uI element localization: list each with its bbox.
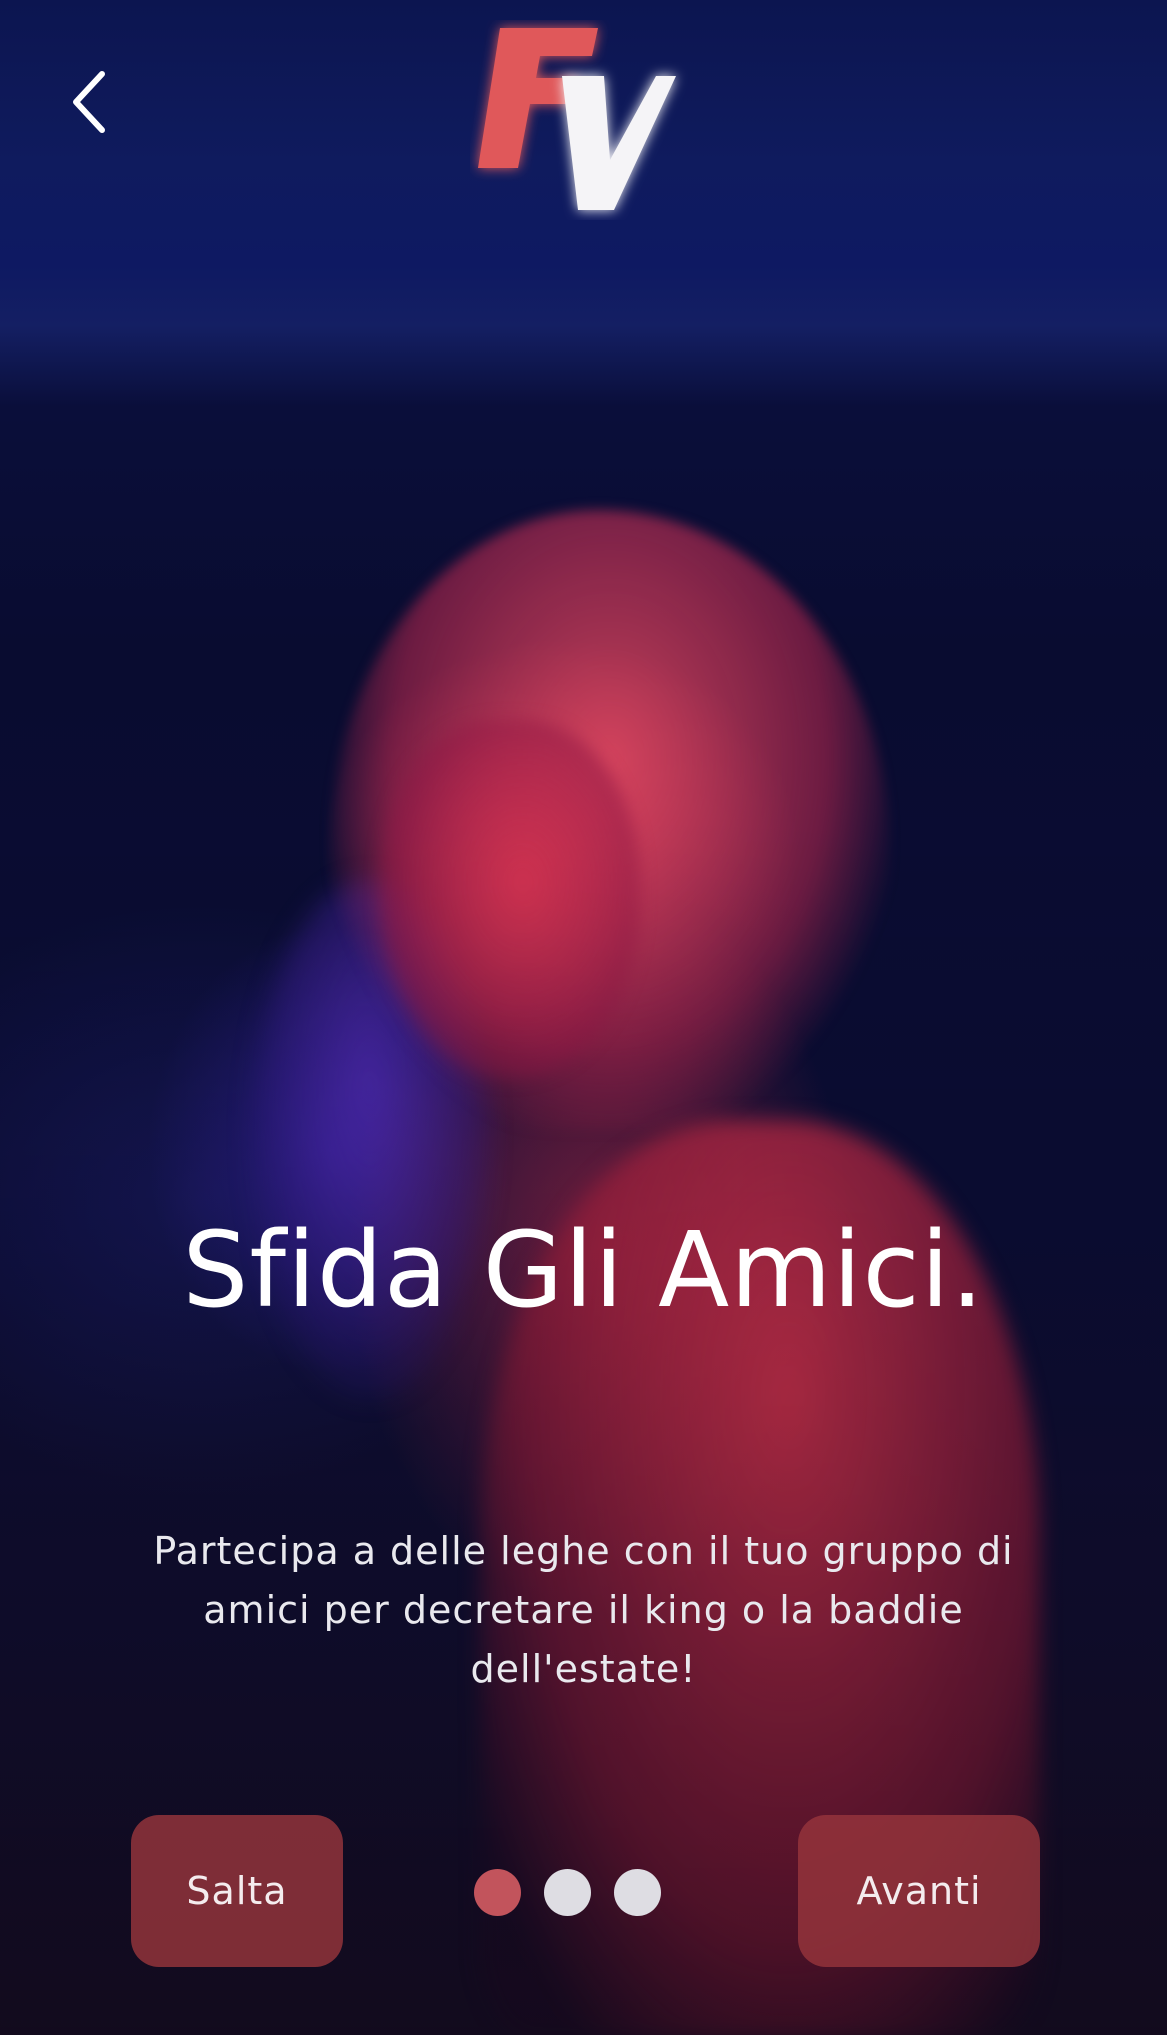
page-indicator bbox=[474, 1867, 661, 1917]
onboarding-screen: Sfida Gli Amici. Partecipa a delle leghe… bbox=[0, 0, 1167, 2035]
chevron-left-icon bbox=[73, 71, 105, 133]
background-shade bbox=[0, 0, 1167, 2035]
skip-button[interactable]: Salta bbox=[131, 1815, 343, 1967]
next-button[interactable]: Avanti bbox=[798, 1815, 1040, 1967]
onboarding-description: Partecipa a delle leghe con il tuo grupp… bbox=[153, 1529, 1014, 1691]
page-dot-1[interactable] bbox=[474, 1868, 521, 1916]
onboarding-title: Sfida Gli Amici. bbox=[182, 1209, 985, 1331]
page-dot-2[interactable] bbox=[544, 1868, 591, 1916]
app-logo bbox=[470, 20, 690, 220]
back-button[interactable] bbox=[52, 62, 124, 142]
page-dot-3[interactable] bbox=[614, 1868, 661, 1916]
